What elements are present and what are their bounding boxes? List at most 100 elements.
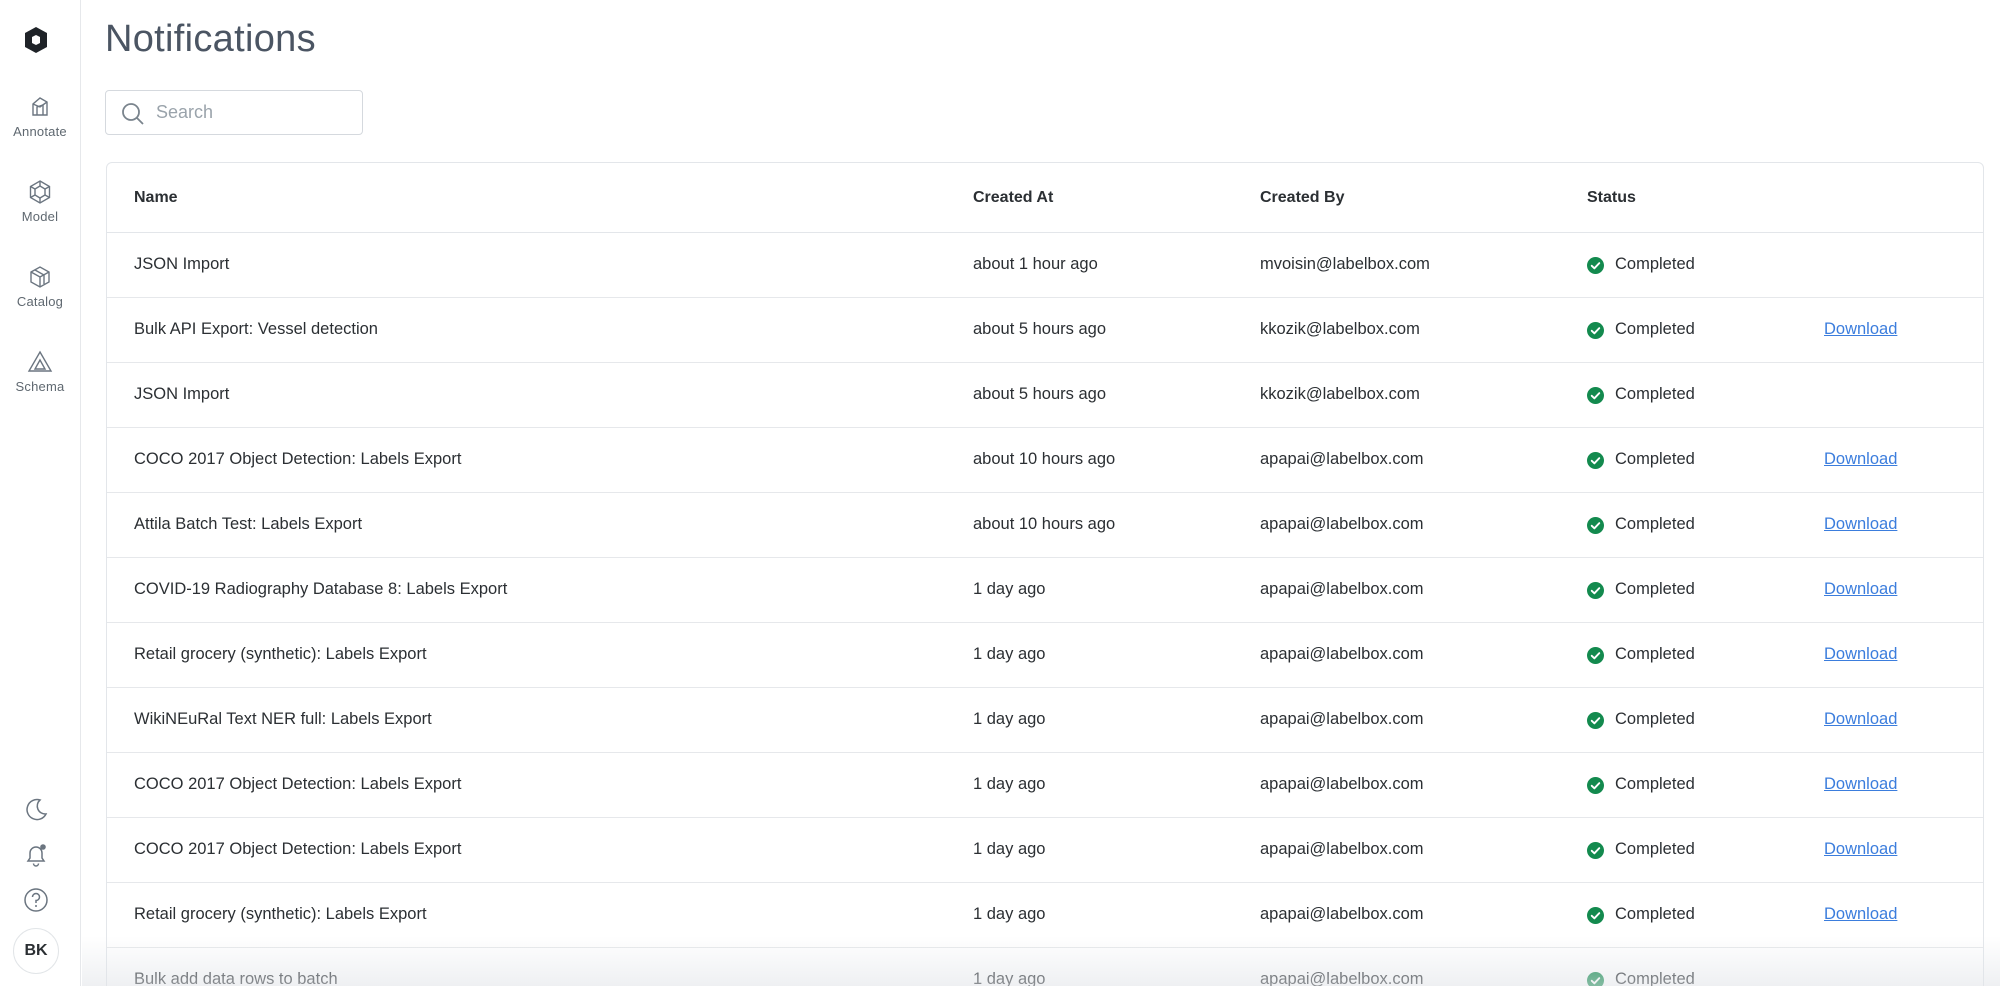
table-row[interactable]: Retail grocery (synthetic): Labels Expor… <box>107 883 1983 948</box>
check-circle-icon <box>1587 907 1604 924</box>
check-circle-icon <box>1587 257 1604 274</box>
row-name: Retail grocery (synthetic): Labels Expor… <box>134 905 427 923</box>
schema-icon <box>27 350 53 372</box>
sidebar-item-catalog[interactable]: Catalog <box>0 264 80 328</box>
row-created-by: apapai@labelbox.com <box>1260 450 1424 468</box>
table-row[interactable]: Bulk API Export: Vessel detection about 5… <box>107 298 1983 363</box>
row-name: Bulk add data rows to batch <box>134 970 338 986</box>
row-created-at: about 5 hours ago <box>973 320 1107 338</box>
status-label: Completed <box>1615 840 1695 858</box>
check-circle-icon <box>1587 517 1604 534</box>
row-created-at: about 5 hours ago <box>973 385 1107 403</box>
download-link[interactable]: Download <box>1824 320 1897 339</box>
status-label: Completed <box>1615 710 1695 728</box>
table-row[interactable]: COCO 2017 Object Detection: Labels Expor… <box>107 753 1983 818</box>
check-circle-icon <box>1587 777 1604 794</box>
catalog-icon <box>30 266 50 288</box>
status-label: Completed <box>1615 645 1695 663</box>
download-link[interactable]: Download <box>1824 515 1897 534</box>
row-created-by: apapai@labelbox.com <box>1260 710 1424 728</box>
table-row[interactable]: COVID-19 Radiography Database 8: Labels … <box>107 558 1983 623</box>
status-label: Completed <box>1615 970 1695 986</box>
row-name: JSON Import <box>134 255 230 273</box>
row-created-at: 1 day ago <box>973 905 1046 923</box>
sidebar-item-schema[interactable]: Schema <box>0 349 80 413</box>
sidebar-item-label: Catalog <box>16 294 64 309</box>
row-name: COVID-19 Radiography Database 8: Labels … <box>134 580 508 598</box>
download-link[interactable]: Download <box>1824 840 1897 859</box>
sidebar: Annotate Model Catalog Schema BK <box>0 0 81 986</box>
status-label: Completed <box>1615 905 1695 923</box>
status-label: Completed <box>1615 775 1695 793</box>
download-link[interactable]: Download <box>1824 710 1897 729</box>
download-link[interactable]: Download <box>1824 775 1897 794</box>
column-header-status[interactable]: Status <box>1587 189 1636 207</box>
column-header-created-by[interactable]: Created By <box>1260 189 1344 207</box>
table-row[interactable]: WikiNEuRal Text NER full: Labels Export 1… <box>107 688 1983 753</box>
row-created-at: 1 day ago <box>973 580 1046 598</box>
sidebar-item-model[interactable]: Model <box>0 179 80 243</box>
moon-icon[interactable] <box>22 796 50 824</box>
check-circle-icon <box>1587 647 1604 664</box>
row-created-by: kkozik@labelbox.com <box>1260 320 1420 338</box>
check-circle-icon <box>1587 972 1604 986</box>
avatar[interactable]: BK <box>13 928 59 974</box>
model-icon <box>29 180 51 204</box>
row-name: Retail grocery (synthetic): Labels Expor… <box>134 645 427 663</box>
row-name: COCO 2017 Object Detection: Labels Expor… <box>134 775 462 793</box>
check-circle-icon <box>1587 712 1604 729</box>
sidebar-item-annotate[interactable]: Annotate <box>0 94 80 158</box>
labelbox-logo-icon[interactable] <box>23 26 49 54</box>
table-row[interactable]: COCO 2017 Object Detection: Labels Expor… <box>107 818 1983 883</box>
sidebar-item-label: Annotate <box>13 124 67 139</box>
annotate-icon <box>32 97 48 116</box>
row-created-by: apapai@labelbox.com <box>1260 645 1424 663</box>
row-name: COCO 2017 Object Detection: Labels Expor… <box>134 450 462 468</box>
table-row[interactable]: COCO 2017 Object Detection: Labels Expor… <box>107 428 1983 493</box>
table-row[interactable]: Bulk add data rows to batch 1 day ago apap… <box>107 948 1983 986</box>
table-row[interactable]: JSON Import about 1 hour ago mvoisin@label… <box>107 233 1983 298</box>
row-created-by: mvoisin@labelbox.com <box>1260 255 1430 273</box>
row-created-at: about 10 hours ago <box>973 450 1116 468</box>
row-created-at: 1 day ago <box>973 970 1046 986</box>
table-row[interactable]: Attila Batch Test: Labels Export about 10… <box>107 493 1983 558</box>
avatar-initials: BK <box>24 942 48 959</box>
search-icon <box>122 103 144 125</box>
row-created-by: apapai@labelbox.com <box>1260 905 1424 923</box>
help-icon[interactable] <box>22 886 50 914</box>
status-label: Completed <box>1615 450 1695 468</box>
row-created-at: 1 day ago <box>973 710 1046 728</box>
search-box[interactable] <box>105 90 363 135</box>
check-circle-icon <box>1587 387 1604 404</box>
status-label: Completed <box>1615 385 1695 403</box>
status-label: Completed <box>1615 320 1695 338</box>
row-name: JSON Import <box>134 385 230 403</box>
row-created-at: about 10 hours ago <box>973 515 1116 533</box>
check-circle-icon <box>1587 582 1604 599</box>
status-label: Completed <box>1615 255 1695 273</box>
download-link[interactable]: Download <box>1824 450 1897 469</box>
row-created-at: about 1 hour ago <box>973 255 1098 273</box>
notifications-table: Name Created At Created By Status JSON I… <box>106 162 1984 986</box>
download-link[interactable]: Download <box>1824 905 1897 924</box>
row-created-by: kkozik@labelbox.com <box>1260 385 1420 403</box>
download-link[interactable]: Download <box>1824 645 1897 664</box>
row-created-by: apapai@labelbox.com <box>1260 840 1424 858</box>
status-label: Completed <box>1615 580 1695 598</box>
row-name: WikiNEuRal Text NER full: Labels Export <box>134 710 432 728</box>
row-created-by: apapai@labelbox.com <box>1260 515 1424 533</box>
download-link[interactable]: Download <box>1824 580 1897 599</box>
row-created-at: 1 day ago <box>973 645 1046 663</box>
row-name: Bulk API Export: Vessel detection <box>134 320 378 338</box>
table-row[interactable]: Retail grocery (synthetic): Labels Expor… <box>107 623 1983 688</box>
row-name: Attila Batch Test: Labels Export <box>134 515 363 533</box>
page-title: Notifications <box>105 18 316 60</box>
table-row[interactable]: JSON Import about 5 hours ago kkozik@label… <box>107 363 1983 428</box>
status-label: Completed <box>1615 515 1695 533</box>
column-header-created-at[interactable]: Created At <box>973 189 1053 207</box>
row-created-by: apapai@labelbox.com <box>1260 580 1424 598</box>
row-created-at: 1 day ago <box>973 840 1046 858</box>
column-header-name[interactable]: Name <box>134 189 178 207</box>
bell-icon[interactable] <box>22 841 50 869</box>
search-input[interactable] <box>156 91 356 134</box>
